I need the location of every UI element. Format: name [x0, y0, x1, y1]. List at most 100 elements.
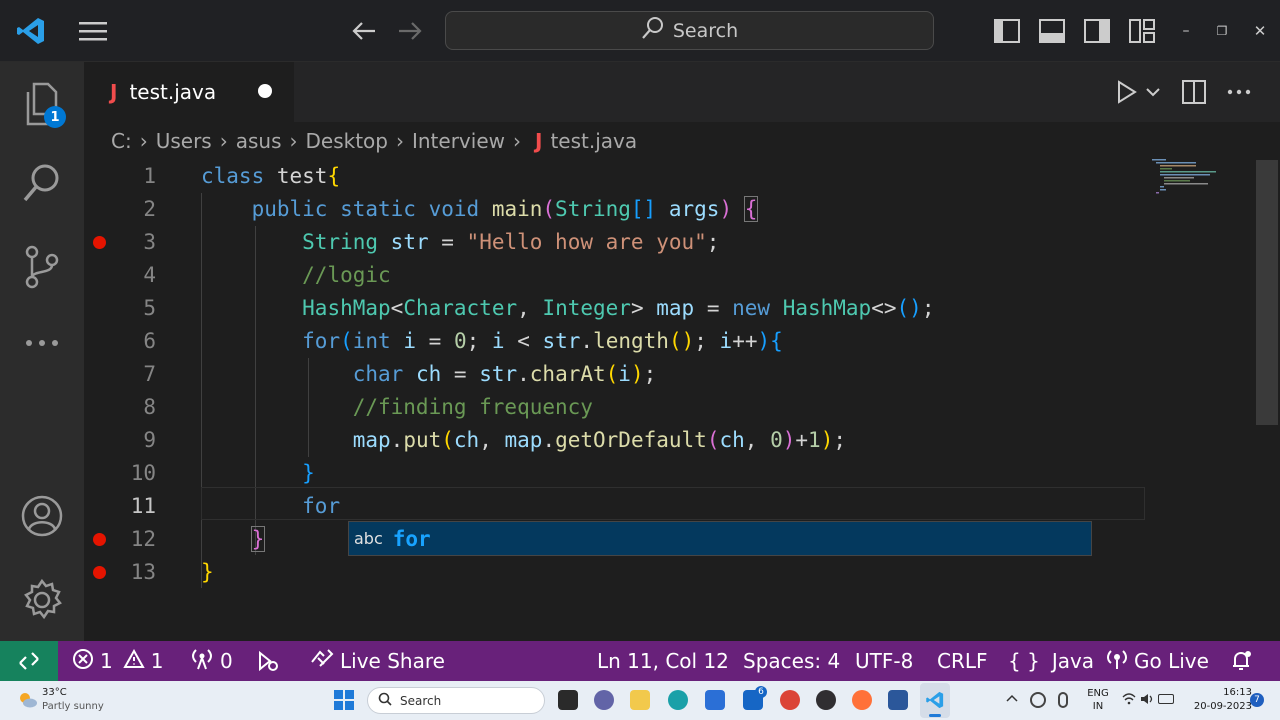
code-line: 11 for: [84, 490, 1254, 523]
cursor-position[interactable]: Ln 11, Col 12: [597, 641, 729, 681]
language-indicator[interactable]: ENG IN: [1085, 687, 1111, 715]
breakpoint-icon[interactable]: [93, 236, 106, 249]
line-ending[interactable]: CRLF: [937, 641, 988, 681]
line-number: 1: [143, 164, 156, 188]
problems-indicator[interactable]: 1 1: [72, 641, 163, 681]
language-mode[interactable]: { } Java: [1008, 641, 1094, 681]
windows-start-icon[interactable]: [334, 690, 354, 710]
remote-indicator-icon[interactable]: [0, 641, 58, 681]
split-editor-icon[interactable]: [1180, 79, 1208, 105]
close-icon[interactable]: ✕: [1248, 18, 1272, 44]
chat-icon[interactable]: [594, 690, 614, 710]
volume-icon[interactable]: [1140, 693, 1154, 707]
code-text: String str = "Hello how are you";: [302, 230, 720, 254]
run-icon[interactable]: [1114, 79, 1140, 105]
breadcrumb-item[interactable]: test.java: [550, 129, 637, 153]
go-live-icon: [1106, 648, 1128, 675]
suggestion-kind-icon: abc: [354, 529, 383, 548]
breakpoint-icon[interactable]: [93, 533, 106, 546]
wifi-icon[interactable]: [1122, 693, 1136, 707]
word-icon[interactable]: [888, 690, 908, 710]
chrome-icon[interactable]: [780, 690, 800, 710]
clock[interactable]: 16:13 20-09-2023: [1180, 686, 1252, 716]
code-text: //finding frequency: [352, 395, 593, 419]
task-view-icon[interactable]: [558, 690, 578, 710]
tab-test-java[interactable]: J test.java: [84, 62, 294, 122]
toggle-secondary-sidebar-icon[interactable]: [1083, 18, 1111, 44]
unsaved-dot-icon[interactable]: [258, 84, 272, 98]
chevron-up-icon[interactable]: [1006, 692, 1020, 706]
breadcrumb-item[interactable]: Desktop: [306, 129, 388, 153]
encoding[interactable]: UTF-8: [855, 641, 913, 681]
code-line: 10 }: [84, 457, 1254, 490]
customize-layout-icon[interactable]: [1128, 18, 1156, 44]
forward-arrow-icon[interactable]: [396, 18, 424, 44]
explorer-icon[interactable]: [0, 82, 84, 126]
chevron-right-icon: ›: [219, 129, 228, 153]
notification-badge[interactable]: 7: [1250, 693, 1264, 707]
debug-icon[interactable]: [256, 641, 280, 681]
ports-indicator[interactable]: 0: [190, 641, 233, 681]
line-number: 8: [143, 395, 156, 419]
line-number: 9: [143, 428, 156, 452]
minimap[interactable]: [1150, 157, 1230, 197]
more-actions-icon[interactable]: [1224, 79, 1254, 105]
search-icon: [378, 692, 392, 709]
code-line: 8 //finding frequency: [84, 391, 1254, 424]
line-number: 10: [130, 461, 156, 485]
breadcrumb-item[interactable]: C:: [111, 129, 132, 153]
taskbar-search[interactable]: Search: [367, 687, 545, 714]
windows-taskbar: 33°C Partly sunny Search 6 ENG IN 16:13 …: [0, 681, 1280, 720]
scrollbar-thumb[interactable]: [1256, 160, 1278, 425]
chevron-down-icon[interactable]: [1144, 82, 1162, 102]
accounts-icon[interactable]: [0, 494, 84, 538]
warning-count: 1: [150, 649, 164, 673]
line-number: 3: [143, 230, 156, 254]
microphone-icon[interactable]: [1058, 692, 1068, 708]
code-editor[interactable]: 1 class test{ 2 public static void main(…: [84, 160, 1254, 641]
code-line: 7 char ch = str.charAt(i);: [84, 358, 1254, 391]
line-number: 6: [143, 329, 156, 353]
indentation[interactable]: Spaces: 4: [743, 641, 840, 681]
autocomplete-suggestion[interactable]: abc for: [348, 521, 1092, 556]
command-center-search[interactable]: Search: [445, 11, 934, 50]
weather-widget[interactable]: 33°C Partly sunny: [14, 686, 114, 716]
line-number: 12: [130, 527, 156, 551]
firefox-icon[interactable]: [852, 690, 872, 710]
vscode-taskbar-icon[interactable]: [920, 683, 950, 718]
toggle-primary-sidebar-icon[interactable]: [993, 18, 1021, 44]
live-share-button[interactable]: Live Share: [310, 641, 445, 681]
source-control-icon[interactable]: [0, 244, 84, 290]
search-label: Search: [672, 19, 739, 42]
obs-icon[interactable]: [816, 690, 836, 710]
code-line: 6 for(int i = 0; i < str.length(); i++){: [84, 325, 1254, 358]
editor-tab-bar: J test.java: [84, 62, 1280, 122]
edge-icon[interactable]: [668, 690, 688, 710]
breadcrumb: C: › Users › asus › Desktop › Interview …: [84, 122, 1254, 160]
gear-icon[interactable]: [0, 578, 84, 622]
breadcrumb-item[interactable]: asus: [236, 129, 282, 153]
go-live-button[interactable]: Go Live: [1106, 641, 1209, 681]
code-line: 5 HashMap<Character, Integer> map = new …: [84, 292, 1254, 325]
go-live-label: Go Live: [1134, 649, 1209, 673]
battery-icon[interactable]: [1158, 694, 1174, 704]
breadcrumb-item[interactable]: Users: [156, 129, 212, 153]
chevron-right-icon: ›: [395, 129, 404, 153]
menu-icon[interactable]: [78, 18, 108, 44]
weather-temp: 33°C: [42, 687, 67, 698]
more-icon[interactable]: [0, 338, 84, 348]
toggle-panel-icon[interactable]: [1038, 18, 1066, 44]
notifications-bell-icon[interactable]: [1230, 641, 1252, 681]
sync-icon[interactable]: [1030, 692, 1046, 708]
store-icon[interactable]: [705, 690, 725, 710]
restore-icon[interactable]: ❐: [1210, 18, 1234, 44]
file-explorer-icon[interactable]: [630, 690, 650, 710]
activity-bar: 1: [0, 62, 84, 641]
minimize-icon[interactable]: –: [1174, 18, 1198, 44]
breakpoint-icon[interactable]: [93, 566, 106, 579]
search-icon[interactable]: [0, 162, 84, 204]
vscode-logo-icon[interactable]: [14, 14, 48, 48]
tab-label: test.java: [129, 80, 217, 104]
breadcrumb-item[interactable]: Interview: [412, 129, 505, 153]
back-arrow-icon[interactable]: [350, 18, 378, 44]
